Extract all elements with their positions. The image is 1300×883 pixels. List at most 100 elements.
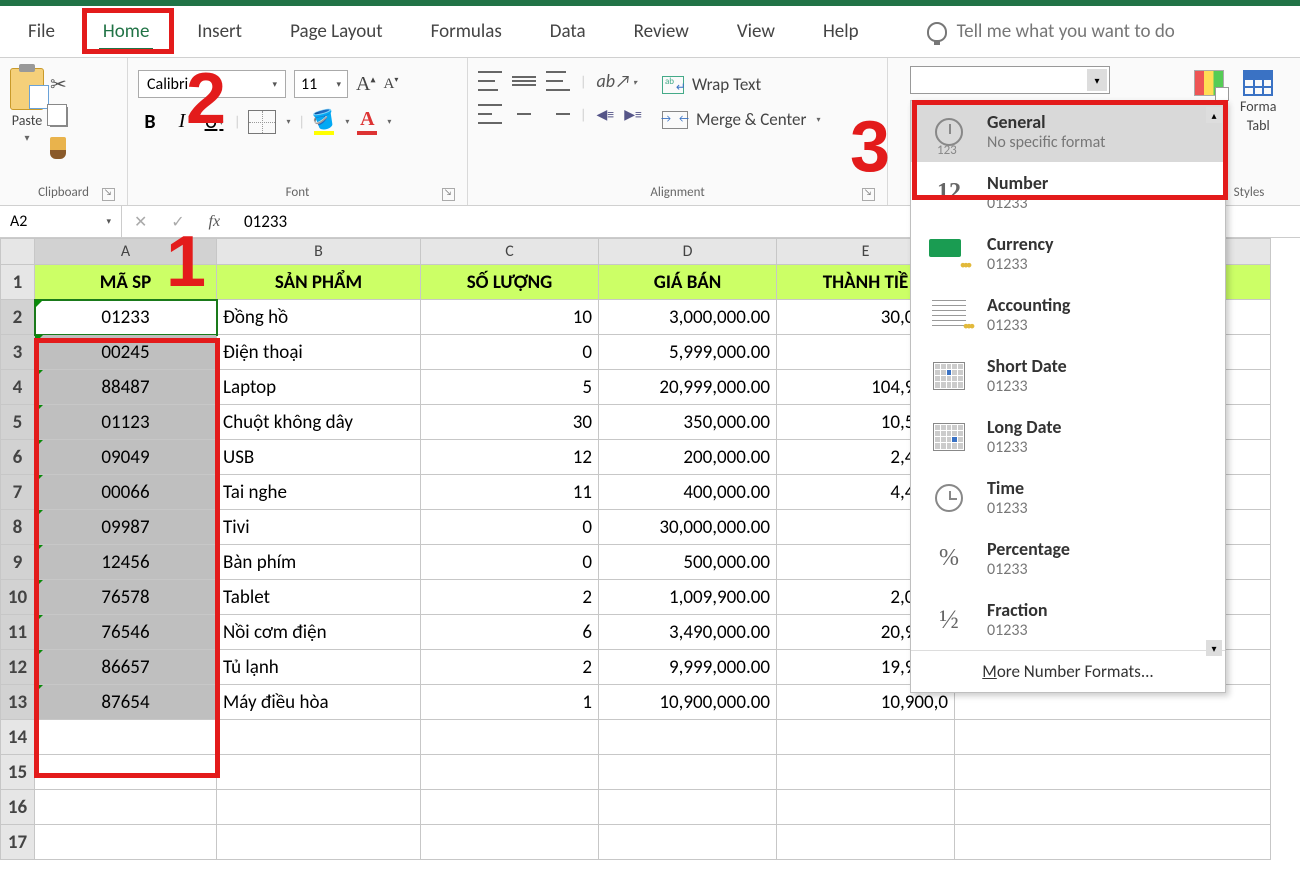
- dropdown-scrollbar[interactable]: ▴▾: [1205, 107, 1223, 656]
- wrap-text-button[interactable]: Wrap Text: [662, 74, 821, 95]
- tab-view[interactable]: View: [727, 12, 785, 51]
- column-header-A[interactable]: A: [35, 239, 217, 265]
- cell-D14[interactable]: [599, 720, 777, 755]
- column-header-D[interactable]: D: [599, 239, 777, 265]
- column-header-C[interactable]: C: [421, 239, 599, 265]
- align-left-button[interactable]: [478, 104, 502, 124]
- decrease-indent-button[interactable]: ◀≡: [596, 106, 614, 123]
- format-option-longdate[interactable]: Long Date01233: [911, 406, 1225, 467]
- increase-indent-button[interactable]: ▶≡: [624, 106, 642, 123]
- cell-A4[interactable]: 88487: [35, 370, 217, 405]
- row-header[interactable]: 9: [1, 545, 35, 580]
- cell-D11[interactable]: 3,490,000.00: [599, 615, 777, 650]
- copy-button[interactable]: [50, 107, 68, 127]
- tab-help[interactable]: Help: [813, 12, 869, 51]
- cell-B5[interactable]: Chuột không dây: [217, 405, 421, 440]
- cell-A14[interactable]: [35, 720, 217, 755]
- format-option-general[interactable]: GeneralNo specific format: [911, 101, 1225, 162]
- row-header[interactable]: 15: [1, 755, 35, 790]
- row-header[interactable]: 11: [1, 615, 35, 650]
- tab-data[interactable]: Data: [540, 12, 596, 51]
- cell-F15[interactable]: [955, 755, 1271, 790]
- align-top-button[interactable]: [478, 71, 502, 91]
- cell-A17[interactable]: [35, 825, 217, 860]
- cell-D3[interactable]: 5,999,000.00: [599, 335, 777, 370]
- row-header[interactable]: 4: [1, 370, 35, 405]
- font-color-button[interactable]: A: [357, 108, 377, 135]
- row-header[interactable]: 2: [1, 300, 35, 335]
- cell-D1[interactable]: GIÁ BÁN: [599, 265, 777, 300]
- row-header[interactable]: 1: [1, 265, 35, 300]
- cell-C7[interactable]: 11: [421, 475, 599, 510]
- cell-A9[interactable]: 12456: [35, 545, 217, 580]
- decrease-font-button[interactable]: A▾: [383, 75, 398, 93]
- row-header[interactable]: 13: [1, 685, 35, 720]
- cell-E15[interactable]: [777, 755, 955, 790]
- cell-A15[interactable]: [35, 755, 217, 790]
- more-number-formats[interactable]: More Number Formats...: [911, 650, 1225, 692]
- cancel-formula-button[interactable]: ✕: [134, 212, 147, 232]
- font-name-combo[interactable]: Calibri▾: [138, 70, 286, 98]
- row-header[interactable]: 8: [1, 510, 35, 545]
- cell-F16[interactable]: [955, 790, 1271, 825]
- row-header[interactable]: 5: [1, 405, 35, 440]
- increase-font-button[interactable]: A▴: [356, 73, 375, 96]
- cell-D16[interactable]: [599, 790, 777, 825]
- align-middle-button[interactable]: [512, 71, 536, 91]
- row-header[interactable]: 12: [1, 650, 35, 685]
- cell-C5[interactable]: 30: [421, 405, 599, 440]
- cell-D4[interactable]: 20,999,000.00: [599, 370, 777, 405]
- cut-button[interactable]: ✂: [50, 72, 68, 97]
- format-option-accounting[interactable]: Accounting 01233: [911, 284, 1225, 345]
- merge-center-button[interactable]: Merge & Center ▾: [662, 109, 821, 130]
- name-box[interactable]: A2▾: [0, 206, 122, 237]
- cell-A13[interactable]: 87654: [35, 685, 217, 720]
- dialog-launcher-icon[interactable]: [442, 188, 455, 201]
- cell-C10[interactable]: 2: [421, 580, 599, 615]
- format-option-shortdate[interactable]: Short Date01233: [911, 345, 1225, 406]
- cell-D5[interactable]: 350,000.00: [599, 405, 777, 440]
- format-painter-button[interactable]: [50, 137, 66, 159]
- cell-C15[interactable]: [421, 755, 599, 790]
- row-header[interactable]: 14: [1, 720, 35, 755]
- cell-D15[interactable]: [599, 755, 777, 790]
- row-header[interactable]: 3: [1, 335, 35, 370]
- cell-C16[interactable]: [421, 790, 599, 825]
- cell-C3[interactable]: 0: [421, 335, 599, 370]
- tab-formulas[interactable]: Formulas: [421, 12, 512, 51]
- cell-B4[interactable]: Laptop: [217, 370, 421, 405]
- cell-A16[interactable]: [35, 790, 217, 825]
- cell-A7[interactable]: 00066: [35, 475, 217, 510]
- font-size-combo[interactable]: 11▾: [294, 70, 348, 98]
- cell-A6[interactable]: 09049: [35, 440, 217, 475]
- cell-D17[interactable]: [599, 825, 777, 860]
- cell-A1[interactable]: MÃ SP: [35, 265, 217, 300]
- cell-A8[interactable]: 09987: [35, 510, 217, 545]
- format-option-percentage[interactable]: % Percentage01233: [911, 528, 1225, 589]
- cell-A12[interactable]: 86657: [35, 650, 217, 685]
- cell-B16[interactable]: [217, 790, 421, 825]
- cell-B11[interactable]: Nồi cơm điện: [217, 615, 421, 650]
- cell-C1[interactable]: SỐ LƯỢNG: [421, 265, 599, 300]
- cell-C9[interactable]: 0: [421, 545, 599, 580]
- cell-C12[interactable]: 2: [421, 650, 599, 685]
- fill-color-button[interactable]: 🪣: [313, 109, 335, 135]
- format-option-time[interactable]: Time01233: [911, 467, 1225, 528]
- cell-E16[interactable]: [777, 790, 955, 825]
- cell-C13[interactable]: 1: [421, 685, 599, 720]
- cell-B13[interactable]: Máy điều hòa: [217, 685, 421, 720]
- cell-B15[interactable]: [217, 755, 421, 790]
- cell-D2[interactable]: 3,000,000.00: [599, 300, 777, 335]
- cell-A2[interactable]: 01233: [35, 300, 217, 335]
- cell-D6[interactable]: 200,000.00: [599, 440, 777, 475]
- format-as-table-button[interactable]: Forma Tabl: [1240, 70, 1276, 134]
- orientation-button[interactable]: ab↗▾: [596, 70, 636, 92]
- cell-C14[interactable]: [421, 720, 599, 755]
- column-header-B[interactable]: B: [217, 239, 421, 265]
- select-all-corner[interactable]: [1, 239, 35, 265]
- tell-me-search[interactable]: Tell me what you want to do: [927, 20, 1175, 43]
- cell-D10[interactable]: 1,009,900.00: [599, 580, 777, 615]
- format-option-currency[interactable]: Currency01233: [911, 223, 1225, 284]
- dialog-launcher-icon[interactable]: [862, 188, 875, 201]
- cell-E14[interactable]: [777, 720, 955, 755]
